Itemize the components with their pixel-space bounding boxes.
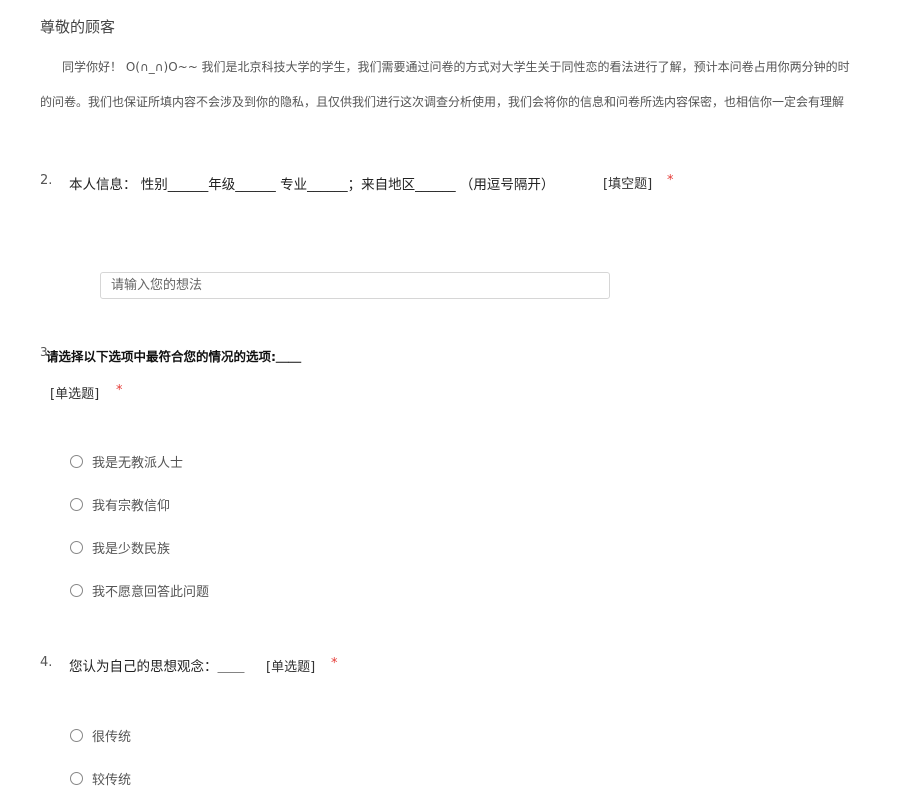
question-3-option-3[interactable]: 我是少数民族 [70,538,170,557]
option-label: 较传统 [92,773,132,788]
question-3-option-1[interactable]: 我是无教派人士 [70,452,183,471]
question-3-required-mark: * [116,383,123,398]
question-2-required-mark: * [667,173,674,188]
question-4-required-mark: * [331,656,338,671]
radio-button-icon[interactable] [70,541,83,554]
question-2-number: 2. [40,173,53,188]
question-4-option-2[interactable]: 较传统 [70,769,131,788]
option-label: 我是无教派人士 [92,456,184,471]
greeting-title: 尊敬的顾客 [40,18,116,36]
option-label: 我是少数民族 [92,542,171,557]
intro-text-line-2: 的问卷。我们也保证所填内容不会涉及到你的隐私，且仅供我们进行这次调查分析使用，我… [40,95,845,109]
question-4-text: 您认为自己的思想观念：＿＿ [69,659,245,675]
question-3-option-2[interactable]: 我有宗教信仰 [70,495,170,514]
question-4-type: [单选题] [266,660,316,675]
intro-text-line-1: 同学你好！ O(∩_∩)O~~ 我们是北京科技大学的学生，我们需要通过问卷的方式… [62,60,850,74]
question-3-option-4[interactable]: 我不愿意回答此问题 [70,581,209,600]
radio-button-icon[interactable] [70,729,83,742]
radio-button-icon[interactable] [70,584,83,597]
question-4-number: 4. [40,655,53,670]
radio-button-icon[interactable] [70,498,83,511]
question-2-answer-input[interactable] [100,272,610,299]
option-label: 我有宗教信仰 [92,499,171,514]
option-label: 我不愿意回答此问题 [92,585,210,600]
radio-button-icon[interactable] [70,772,83,785]
question-2-type: [填空题] [603,177,653,192]
radio-button-icon[interactable] [70,455,83,468]
question-3-text: 请选择以下选项中最符合您的情况的选项:＿＿ [46,349,301,364]
question-3-type: [单选题] [50,387,100,402]
question-2-text: 本人信息： 性别______年级______ 专业______；来自地区____… [69,177,555,193]
question-4-option-1[interactable]: 很传统 [70,726,131,745]
option-label: 很传统 [92,730,132,745]
